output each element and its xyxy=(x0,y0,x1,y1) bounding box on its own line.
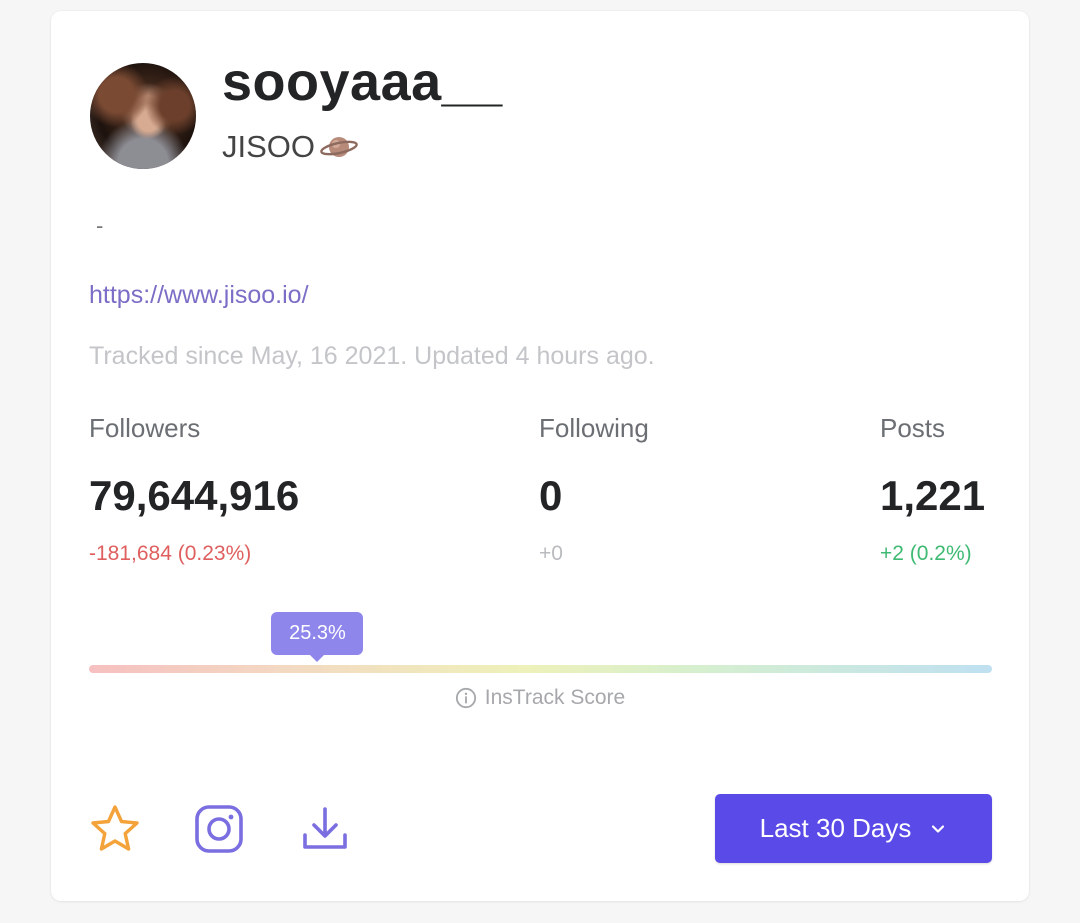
followers-stat: Followers 79,644,916 -181,684 (0.23%) xyxy=(89,413,299,566)
username: sooyaaa__ xyxy=(222,52,503,112)
score-bar xyxy=(89,665,992,673)
profile-card: sooyaaa__ JISOO - https://www.jisoo.io/ … xyxy=(51,11,1029,901)
following-value: 0 xyxy=(539,472,563,519)
bio-text: - xyxy=(96,213,104,238)
score-label-row: InsTrack Score xyxy=(51,686,1029,710)
tracked-status: Tracked since May, 16 2021. Updated 4 ho… xyxy=(89,342,655,370)
instagram-icon[interactable] xyxy=(193,803,245,855)
info-icon[interactable] xyxy=(455,687,477,709)
score-label: InsTrack Score xyxy=(484,686,626,709)
download-icon[interactable] xyxy=(299,803,351,855)
star-icon[interactable] xyxy=(89,803,141,855)
score-tooltip: 25.3% xyxy=(271,612,364,662)
posts-stat: Posts 1,221 +2 (0.2%) xyxy=(880,413,985,566)
posts-delta: +2 (0.2%) xyxy=(880,542,972,565)
posts-label: Posts xyxy=(880,413,946,443)
profile-link[interactable]: https://www.jisoo.io/ xyxy=(89,281,309,310)
followers-value: 79,644,916 xyxy=(89,472,300,519)
display-name: JISOO xyxy=(222,129,316,164)
display-name-row: JISOO xyxy=(222,129,359,165)
planet-icon xyxy=(320,137,358,157)
followers-delta: -181,684 (0.23%) xyxy=(89,542,252,565)
posts-value: 1,221 xyxy=(880,472,986,519)
date-range-dropdown[interactable]: Last 30 Days xyxy=(715,794,992,863)
followers-label: Followers xyxy=(89,413,201,443)
chevron-down-icon xyxy=(932,824,945,833)
avatar xyxy=(90,63,196,169)
date-range-label: Last 30 Days xyxy=(759,813,912,843)
following-delta: +0 xyxy=(539,542,563,565)
following-label: Following xyxy=(539,413,649,443)
following-stat: Following 0 +0 xyxy=(539,413,649,566)
